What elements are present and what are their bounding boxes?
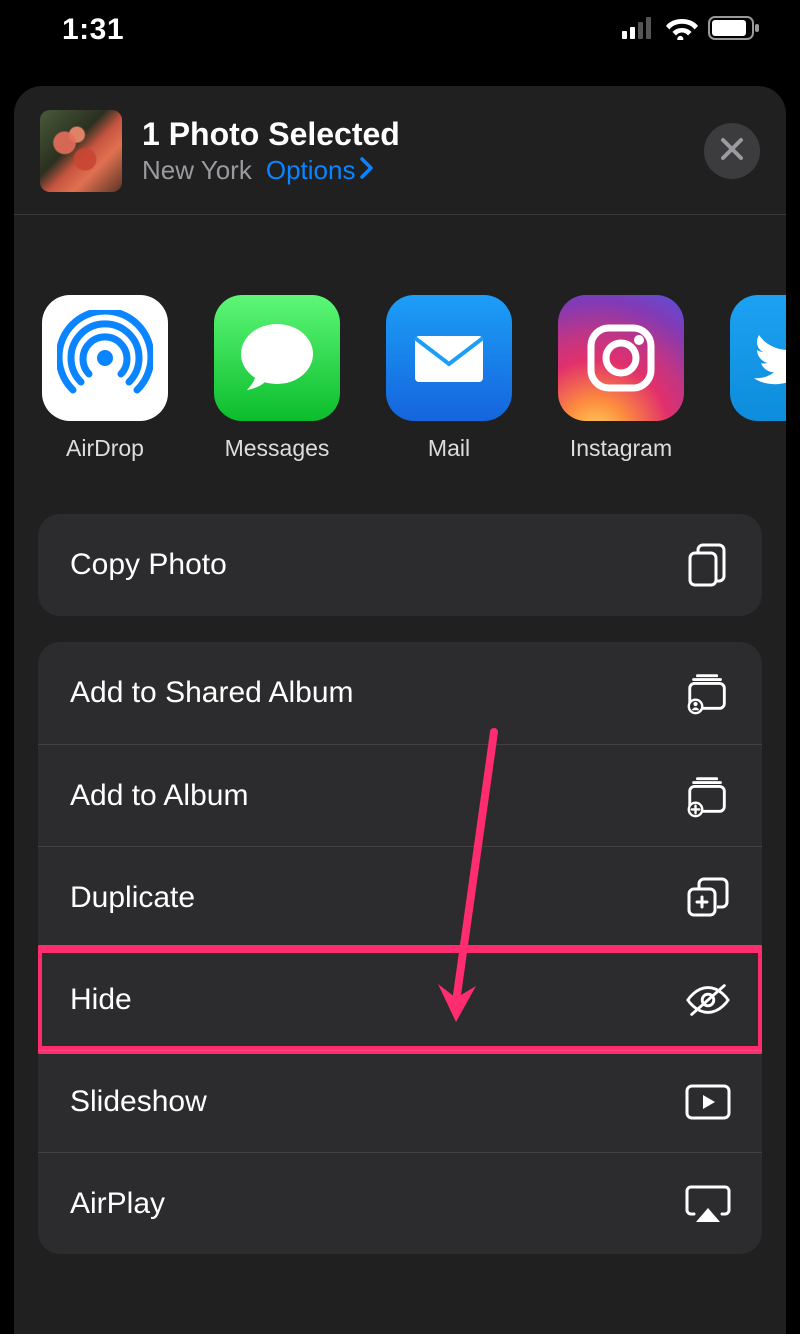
action-slideshow[interactable]: Slideshow — [38, 1050, 762, 1152]
action-duplicate[interactable]: Duplicate — [38, 846, 762, 948]
share-targets-row[interactable]: AirDrop Messages Mail Instagram T — [14, 215, 786, 480]
instagram-icon — [558, 295, 684, 421]
status-indicators — [622, 16, 760, 45]
share-target-label: Messages — [225, 435, 330, 462]
chevron-right-icon — [359, 155, 375, 186]
album-add-icon — [684, 772, 732, 820]
share-target-instagram[interactable]: Instagram — [558, 295, 684, 462]
share-target-mail[interactable]: Mail — [386, 295, 512, 462]
status-bar: 1:31 — [0, 0, 800, 60]
action-label: Hide — [70, 983, 132, 1017]
share-target-twitter[interactable]: T — [730, 295, 786, 462]
duplicate-icon — [684, 874, 732, 922]
share-target-airdrop[interactable]: AirDrop — [42, 295, 168, 462]
action-label: Add to Shared Album — [70, 676, 354, 710]
close-icon — [719, 136, 745, 167]
battery-icon — [708, 16, 760, 45]
copy-icon — [684, 541, 732, 589]
action-add-shared-album[interactable]: Add to Shared Album — [38, 642, 762, 744]
action-airplay[interactable]: AirPlay — [38, 1152, 762, 1254]
share-target-label: Instagram — [570, 435, 672, 462]
action-add-album[interactable]: Add to Album — [38, 744, 762, 846]
share-sheet: 1 Photo Selected New York Options — [14, 86, 786, 1334]
action-label: Copy Photo — [70, 548, 227, 582]
share-target-label: AirDrop — [66, 435, 144, 462]
shared-album-icon — [684, 669, 732, 717]
action-group-main: Add to Shared Album Add to Album Duplica… — [38, 642, 762, 1254]
share-sheet-header: 1 Photo Selected New York Options — [14, 86, 786, 215]
share-target-label: Mail — [428, 435, 470, 462]
action-copy-photo[interactable]: Copy Photo — [38, 514, 762, 616]
airplay-icon — [684, 1180, 732, 1228]
airdrop-icon — [42, 295, 168, 421]
action-label: Duplicate — [70, 881, 195, 915]
share-target-messages[interactable]: Messages — [214, 295, 340, 462]
status-time: 1:31 — [62, 13, 124, 47]
cellular-icon — [622, 17, 656, 44]
messages-icon — [214, 295, 340, 421]
selection-title: 1 Photo Selected — [142, 116, 704, 153]
photo-thumbnail[interactable] — [40, 110, 122, 192]
slideshow-icon — [684, 1078, 732, 1126]
action-hide[interactable]: Hide — [38, 948, 762, 1050]
action-label: Slideshow — [70, 1085, 207, 1119]
action-label: AirPlay — [70, 1187, 165, 1221]
action-label: Add to Album — [70, 779, 248, 813]
location-label: New York — [142, 155, 252, 186]
mail-icon — [386, 295, 512, 421]
close-button[interactable] — [704, 123, 760, 179]
hide-icon — [684, 976, 732, 1024]
wifi-icon — [666, 16, 698, 45]
twitter-icon — [730, 295, 786, 421]
action-group-copy: Copy Photo — [38, 514, 762, 616]
options-link[interactable]: Options — [266, 155, 376, 186]
